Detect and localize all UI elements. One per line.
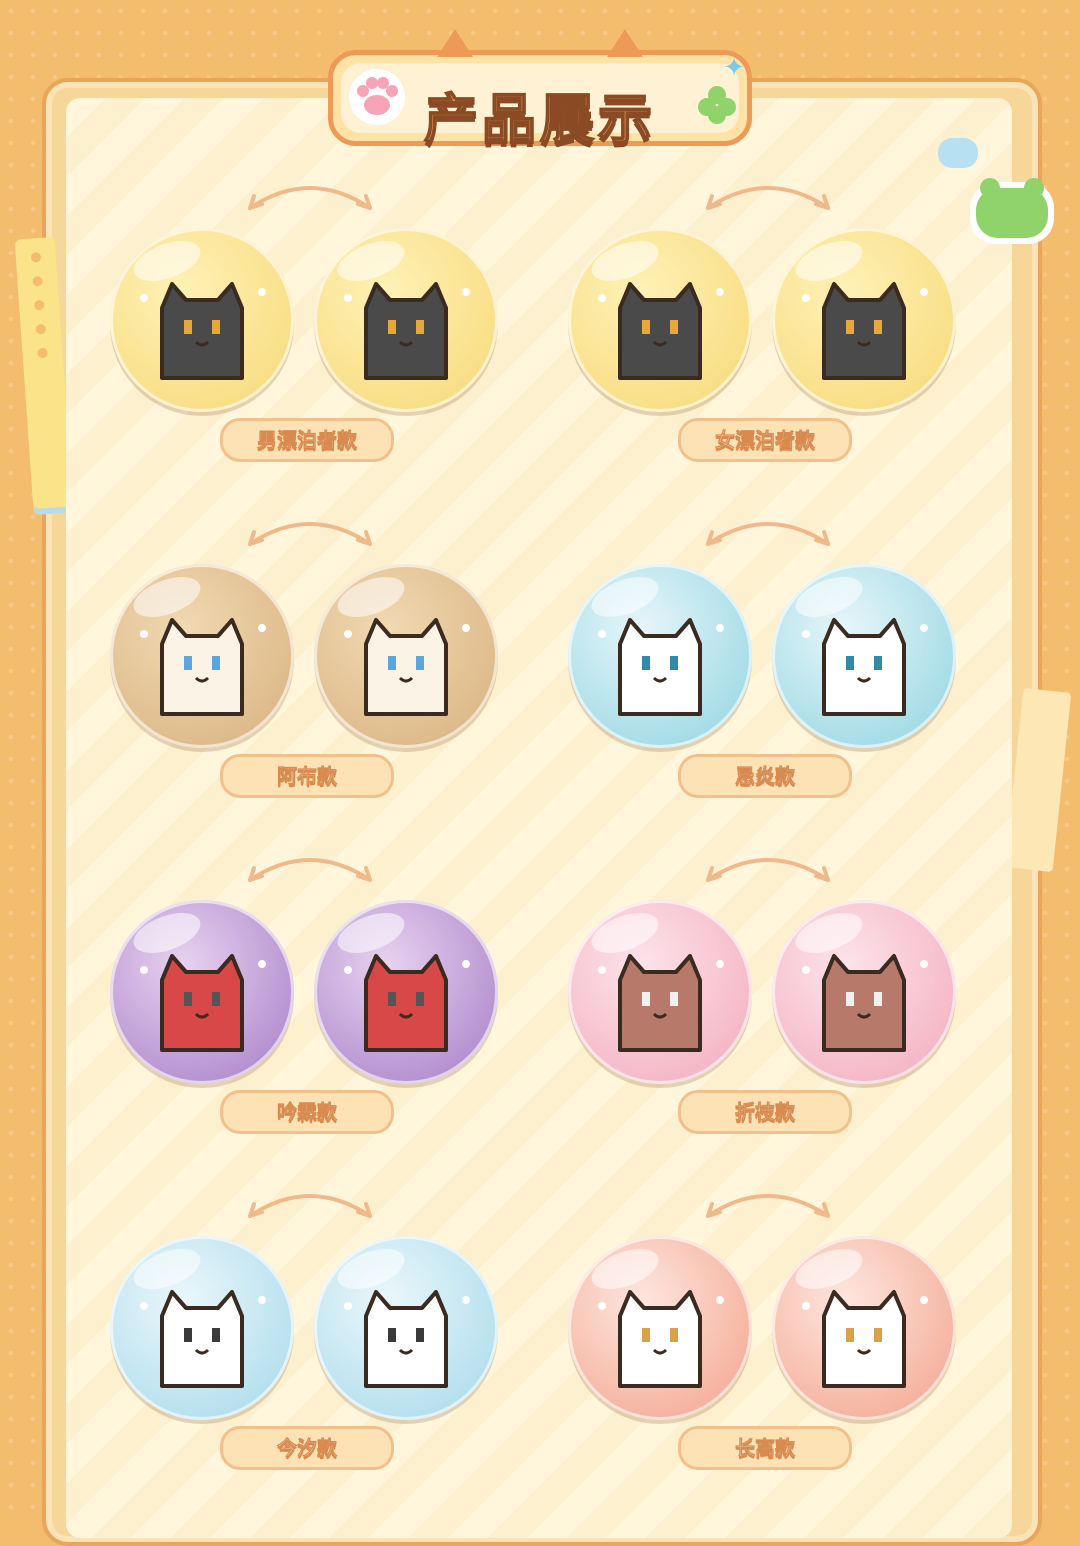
swap-arrow-icon [706,186,830,210]
badge-alt [314,228,498,412]
product-group: 阿布款 [110,514,530,824]
swap-arrow-icon [248,1194,372,1218]
cat-character-icon [598,282,724,380]
product-group: 女漂泊者款 [568,178,988,488]
cat-character-icon [344,282,470,380]
cat-character-icon [598,618,724,716]
badge-alt [314,900,498,1084]
product-group: 吟霖款 [110,850,530,1160]
badge-front [568,228,752,412]
swap-arrow-icon [248,186,372,210]
swap-arrow-icon [706,858,830,882]
cat-character-icon [802,282,928,380]
badge-front [110,564,294,748]
product-label: 忌炎款 [678,754,852,798]
product-group: 折枝款 [568,850,988,1160]
badge-alt [772,1236,956,1420]
badge-front [568,1236,752,1420]
sparkle-icon: ✦ [723,53,745,83]
product-label: 阿布款 [220,754,394,798]
badge-front [568,564,752,748]
cat-character-icon [140,954,266,1052]
cat-character-icon [802,1290,928,1388]
product-group: 男漂泊者款 [110,178,530,488]
badge-front [110,1236,294,1420]
cat-character-icon [802,618,928,716]
swap-arrow-icon [248,858,372,882]
swap-arrow-icon [248,522,372,546]
cat-character-icon [140,282,266,380]
product-label: 男漂泊者款 [220,418,394,462]
cat-character-icon [140,618,266,716]
cat-character-icon [344,1290,470,1388]
page-title: 产品展示 [423,87,656,152]
badge-alt [314,1236,498,1420]
product-label: 女漂泊者款 [678,418,852,462]
badge-alt [314,564,498,748]
product-label: 今汐款 [220,1426,394,1470]
cat-character-icon [344,618,470,716]
cat-character-icon [598,1290,724,1388]
swap-arrow-icon [706,522,830,546]
badge-front [110,228,294,412]
blue-blob-sticker [938,138,978,168]
cat-character-icon [344,954,470,1052]
badge-front [568,900,752,1084]
badge-alt [772,564,956,748]
title-banner: 产品展示 ✦ [328,29,752,152]
product-group: 忌炎款 [568,514,988,824]
product-label: 吟霖款 [220,1090,394,1134]
product-group: 长离款 [568,1186,988,1496]
badge-alt [772,900,956,1084]
product-label: 长离款 [678,1426,852,1470]
cat-character-icon [598,954,724,1052]
badge-alt [772,228,956,412]
cat-character-icon [140,1290,266,1388]
product-label: 折枝款 [678,1090,852,1134]
swap-arrow-icon [706,1194,830,1218]
product-group: 今汐款 [110,1186,530,1496]
badge-front [110,900,294,1084]
clover-icon [698,86,736,124]
cat-character-icon [802,954,928,1052]
